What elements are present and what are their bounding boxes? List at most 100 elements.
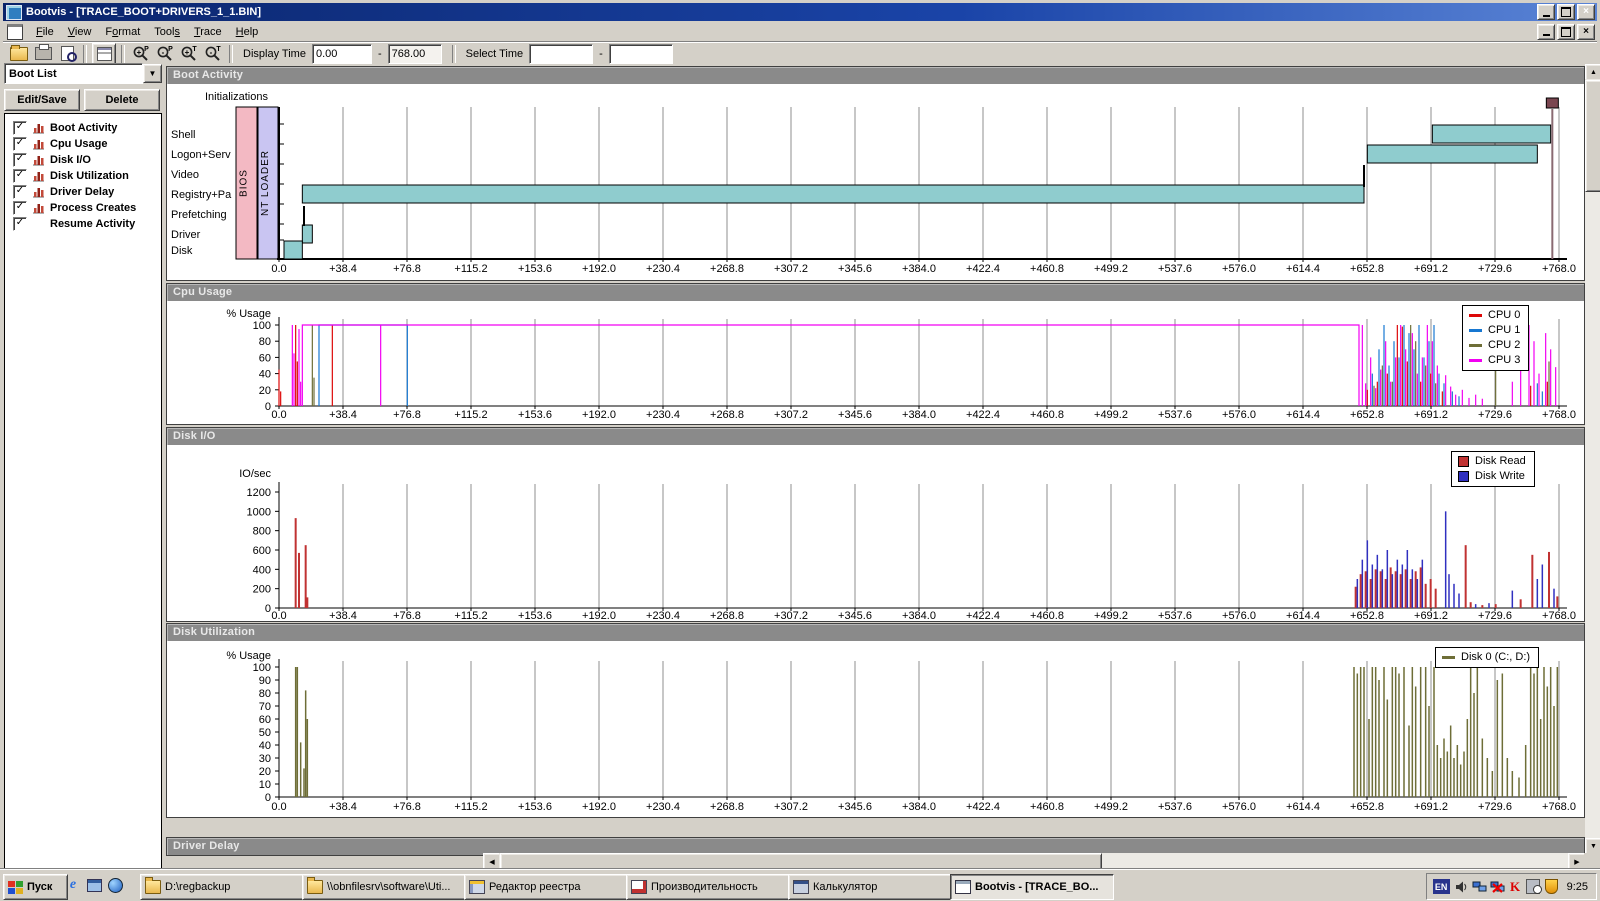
checkbox[interactable]: ✓ xyxy=(13,201,27,215)
svg-text:+537.6: +537.6 xyxy=(1158,263,1192,275)
panel-header-disk-io[interactable]: Disk I/O xyxy=(167,428,1584,445)
list-item-disk-utilization[interactable]: ✓Disk Utilization xyxy=(5,168,161,184)
list-item-boot-activity[interactable]: ✓Boot Activity xyxy=(5,120,161,136)
network-icon[interactable] xyxy=(1472,880,1487,894)
legend-swatch xyxy=(1458,456,1469,467)
combobox-dropdown-icon[interactable]: ▼ xyxy=(143,64,162,83)
list-item-driver-delay[interactable]: ✓Driver Delay xyxy=(5,184,161,200)
mdi-close-button[interactable]: × xyxy=(1577,24,1595,40)
svg-text:+614.4: +614.4 xyxy=(1286,263,1320,275)
edit-save-button[interactable]: Edit/Save xyxy=(4,89,80,111)
vertical-scrollbar[interactable]: ▲ ▼ xyxy=(1585,64,1600,853)
checkbox[interactable]: ✓ xyxy=(13,217,27,231)
diskio-legend: Disk ReadDisk Write xyxy=(1451,451,1535,487)
mdi-child-icon[interactable] xyxy=(7,24,23,40)
svg-text:+307.2: +307.2 xyxy=(774,409,808,421)
task-button-2[interactable]: \\obnfilesrv\software\Uti... xyxy=(302,874,466,900)
mdi-restore-button[interactable] xyxy=(1557,24,1575,40)
menu-item-tools[interactable]: Tools xyxy=(147,24,187,40)
kaspersky-icon[interactable]: K xyxy=(1508,880,1523,894)
boot-list-combobox[interactable]: Boot List ▼ xyxy=(4,64,162,83)
boot-list-value: Boot List xyxy=(4,63,143,84)
print-button[interactable] xyxy=(32,44,54,64)
checkbox[interactable]: ✓ xyxy=(13,153,27,167)
delete-button[interactable]: Delete xyxy=(84,89,160,111)
volume-icon[interactable] xyxy=(1454,880,1469,894)
zoom-in-time-button[interactable]: +T xyxy=(178,44,200,64)
clock[interactable]: 9:25 xyxy=(1567,881,1588,893)
close-button[interactable]: × xyxy=(1577,4,1595,20)
svg-text:+652.8: +652.8 xyxy=(1350,801,1384,813)
panel-header-disk-utilization[interactable]: Disk Utilization xyxy=(167,624,1584,641)
task-button-4[interactable]: Производительность xyxy=(626,874,790,900)
display-time-from-input[interactable]: 0.00 xyxy=(312,44,372,64)
diskio-plot: 0.0+38.4+76.8+115.2+153.6+192.0+230.4+26… xyxy=(167,445,1582,621)
svg-text:+384.0: +384.0 xyxy=(902,801,936,813)
globe-icon[interactable] xyxy=(106,876,124,894)
ie-icon[interactable]: e xyxy=(64,876,82,894)
shield-icon[interactable] xyxy=(1544,880,1559,894)
list-item-cpu-usage[interactable]: ✓Cpu Usage xyxy=(5,136,161,152)
menu-item-help[interactable]: Help xyxy=(229,24,266,40)
list-item-disk-i-o[interactable]: ✓Disk I/O xyxy=(5,152,161,168)
svg-text:+537.6: +537.6 xyxy=(1158,801,1192,813)
display-time-to-input[interactable]: 768.00 xyxy=(388,44,442,64)
menu-item-file[interactable]: File xyxy=(29,24,61,40)
chart-icon xyxy=(32,186,45,198)
server-icon[interactable] xyxy=(1526,880,1541,894)
panel-header-cpu-usage[interactable]: Cpu Usage xyxy=(167,284,1584,301)
legend-swatch xyxy=(1469,359,1482,362)
menu-item-format[interactable]: Format xyxy=(98,24,147,40)
open-file-button[interactable] xyxy=(8,44,30,64)
panel-header-boot-activity[interactable]: Boot Activity xyxy=(167,67,1584,84)
boot-activity-chart: 0.0+38.4+76.8+115.2+153.6+192.0+230.4+26… xyxy=(167,84,1584,280)
list-item-process-creates[interactable]: ✓Process Creates xyxy=(5,200,161,216)
svg-text:% Usage: % Usage xyxy=(226,650,271,662)
task-button-6[interactable]: Bootvis - [TRACE_BO... xyxy=(950,874,1114,900)
list-item-resume-activity[interactable]: ✓Resume Activity xyxy=(5,216,161,232)
minimize-button[interactable] xyxy=(1537,4,1555,20)
zoom-out-pixel-button[interactable]: -P xyxy=(154,44,176,64)
legend-swatch xyxy=(1458,471,1469,482)
language-indicator[interactable]: EN xyxy=(1433,879,1450,894)
menu-item-view[interactable]: View xyxy=(61,24,99,40)
start-button[interactable]: Пуск xyxy=(3,874,68,900)
svg-text:+460.8: +460.8 xyxy=(1030,610,1064,621)
report-button[interactable] xyxy=(92,43,116,65)
checkbox[interactable]: ✓ xyxy=(13,137,27,151)
svg-text:Prefetching: Prefetching xyxy=(171,209,227,221)
svg-text:+230.4: +230.4 xyxy=(646,263,680,275)
svg-text:+422.4: +422.4 xyxy=(966,801,1000,813)
network-error-icon[interactable] xyxy=(1490,880,1505,894)
vscroll-thumb[interactable] xyxy=(1585,80,1600,192)
window-titlebar[interactable]: Bootvis - [TRACE_BOOT+DRIVERS_1_1.BIN] × xyxy=(3,3,1597,21)
svg-text:+384.0: +384.0 xyxy=(902,610,936,621)
vscroll-track[interactable] xyxy=(1585,79,1600,838)
zoom-in-pixel-button[interactable]: +P xyxy=(130,44,152,64)
task-button-3[interactable]: Редактор реестра xyxy=(464,874,628,900)
checkbox[interactable]: ✓ xyxy=(13,121,27,135)
checkbox[interactable]: ✓ xyxy=(13,185,27,199)
svg-text:600: 600 xyxy=(253,545,271,557)
select-time-from-input[interactable] xyxy=(529,44,593,64)
boot-plot: 0.0+38.4+76.8+115.2+153.6+192.0+230.4+26… xyxy=(167,84,1582,280)
printer-icon xyxy=(35,47,52,60)
print-preview-button[interactable] xyxy=(56,44,78,64)
task-button-1[interactable]: D:\regbackup xyxy=(140,874,304,900)
select-time-to-input[interactable] xyxy=(609,44,673,64)
restore-button[interactable] xyxy=(1557,4,1575,20)
window-icon[interactable] xyxy=(85,876,103,894)
menu-item-trace[interactable]: Trace xyxy=(187,24,229,40)
svg-text:+422.4: +422.4 xyxy=(966,409,1000,421)
legend-entry: CPU 2 xyxy=(1469,338,1520,353)
svg-text:20: 20 xyxy=(259,766,271,778)
mdi-minimize-button[interactable] xyxy=(1537,24,1555,40)
cpu-legend: CPU 0CPU 1CPU 2CPU 3 xyxy=(1462,305,1529,371)
svg-text:+691.2: +691.2 xyxy=(1414,610,1448,621)
svg-text:400: 400 xyxy=(253,564,271,576)
checkbox[interactable]: ✓ xyxy=(13,169,27,183)
task-button-5[interactable]: Калькулятор xyxy=(788,874,952,900)
zoom-out-time-button[interactable]: -T xyxy=(202,44,224,64)
horizontal-scrollbar[interactable]: ◀ ▶ xyxy=(483,853,1584,869)
svg-text:+729.6: +729.6 xyxy=(1478,610,1512,621)
